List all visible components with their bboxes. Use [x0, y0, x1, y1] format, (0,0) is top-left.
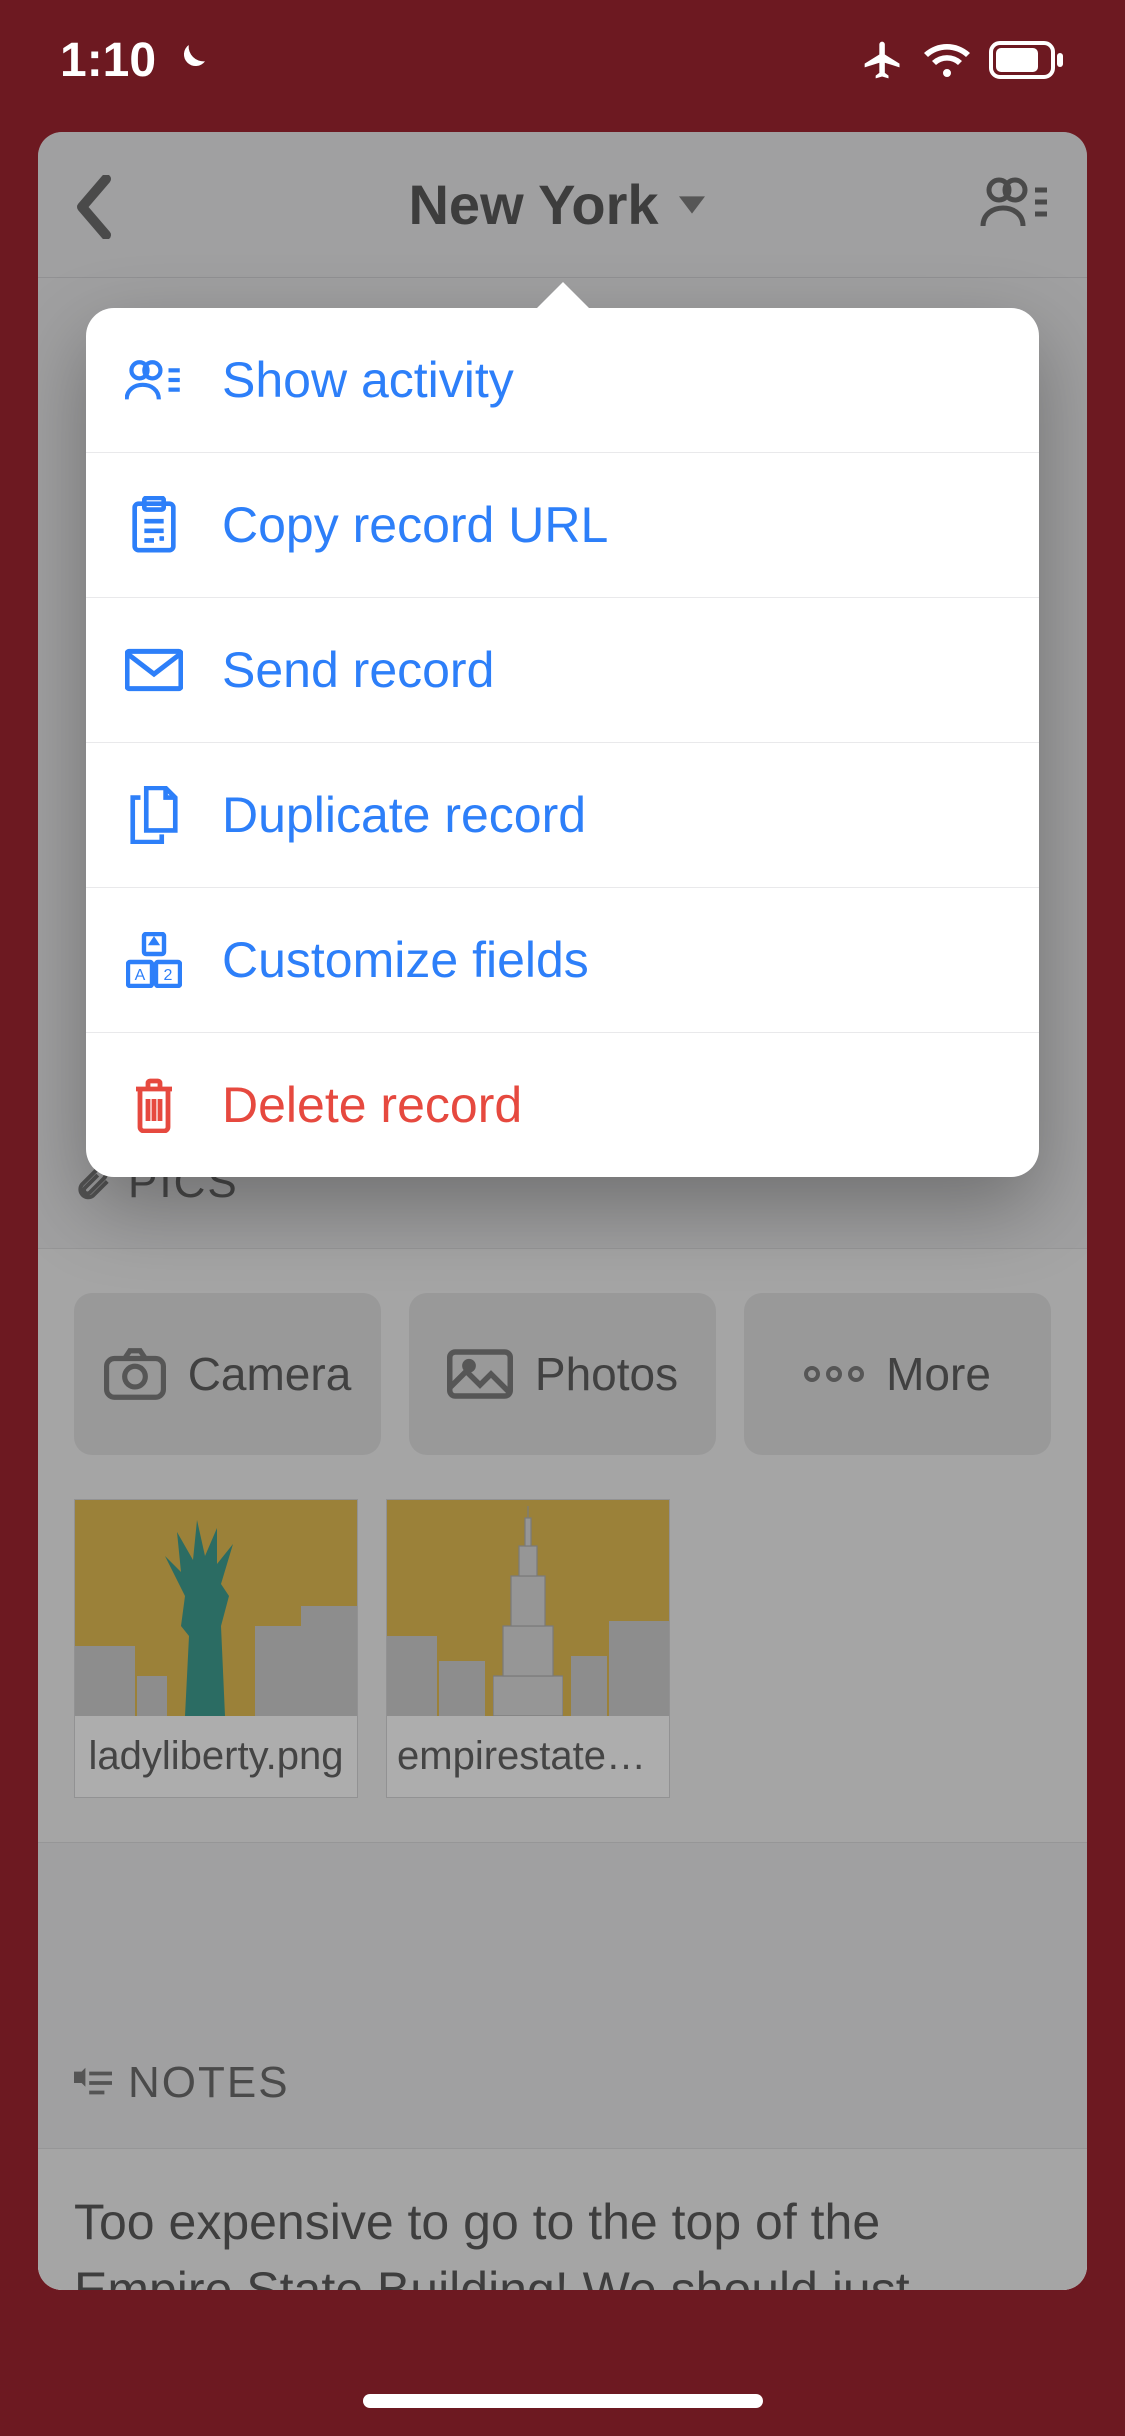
menu-show-activity[interactable]: Show activity [86, 308, 1039, 453]
status-left: 1:10 [60, 33, 210, 88]
duplicate-icon [128, 786, 180, 844]
menu-send-record[interactable]: Send record [86, 598, 1039, 743]
menu-copy-url[interactable]: Copy record URL [86, 453, 1039, 598]
svg-text:2: 2 [164, 967, 173, 984]
menu-label: Copy record URL [222, 496, 608, 554]
airplane-icon [861, 38, 905, 82]
menu-duplicate-record[interactable]: Duplicate record [86, 743, 1039, 888]
menu-customize-fields[interactable]: A2 Customize fields [86, 888, 1039, 1033]
app-frame: New York PICS Camera Ph [38, 132, 1087, 2290]
mail-icon [125, 648, 183, 692]
menu-delete-record[interactable]: Delete record [86, 1033, 1039, 1177]
menu-label: Duplicate record [222, 786, 586, 844]
menu-label: Customize fields [222, 931, 589, 989]
clipboard-icon [129, 496, 179, 554]
menu-label: Show activity [222, 351, 514, 409]
moon-icon [170, 40, 210, 80]
trash-icon [131, 1077, 177, 1133]
status-time: 1:10 [60, 33, 156, 88]
menu-label: Send record [222, 641, 494, 699]
menu-label: Delete record [222, 1076, 522, 1134]
blocks-icon: A2 [126, 932, 182, 988]
activity-icon [125, 357, 183, 403]
home-indicator[interactable] [363, 2394, 763, 2408]
battery-icon [989, 41, 1065, 79]
svg-text:A: A [135, 967, 146, 984]
status-bar: 1:10 [0, 0, 1125, 120]
record-menu-popover: Show activity Copy record URL Send recor… [86, 308, 1039, 1177]
status-right [861, 38, 1065, 82]
wifi-icon [923, 40, 971, 80]
